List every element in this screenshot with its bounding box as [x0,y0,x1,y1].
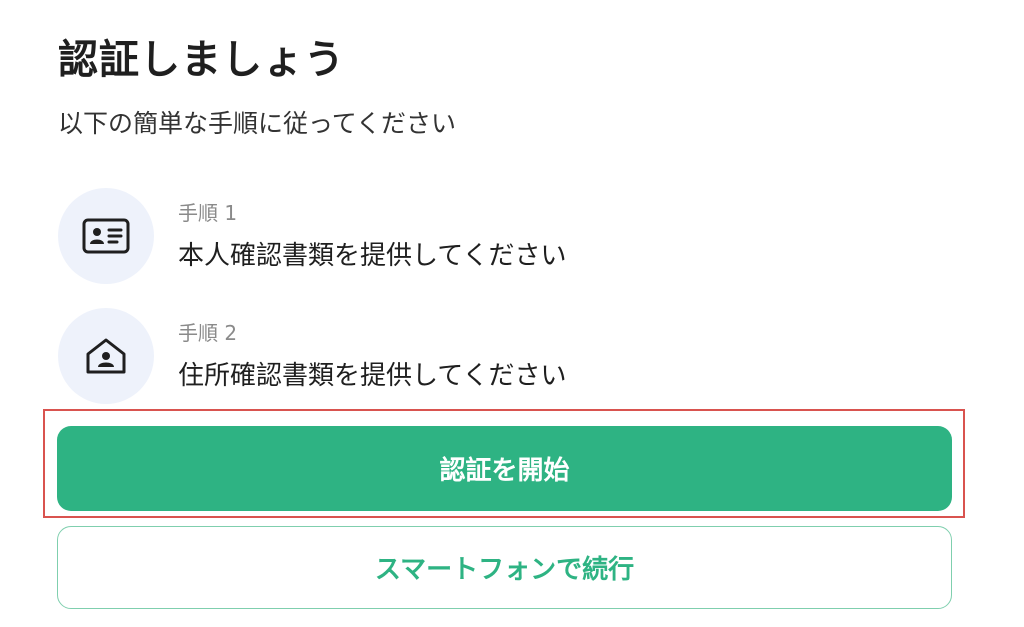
page-title: 認証しましょう [58,37,345,83]
start-verification-button[interactable]: 認証を開始 [57,426,952,511]
step-item-2: 手順 2 住所確認書類を提供してください [58,308,958,408]
step-text: 本人確認書類を提供してください [178,241,567,271]
page-subtitle: 以下の簡単な手順に従ってください [58,109,457,138]
step-text: 住所確認書類を提供してください [178,361,567,391]
home-person-icon [58,308,154,404]
step-item-1: 手順 1 本人確認書類を提供してください [58,188,958,288]
verification-page: 認証しましょう 以下の簡単な手順に従ってください 手順 1 本人確認書類を提供し… [0,0,1024,627]
step-label: 手順 2 [178,321,238,345]
continue-on-smartphone-button[interactable]: スマートフォンで続行 [57,526,952,609]
step-label: 手順 1 [178,201,238,225]
id-card-icon [58,188,154,284]
